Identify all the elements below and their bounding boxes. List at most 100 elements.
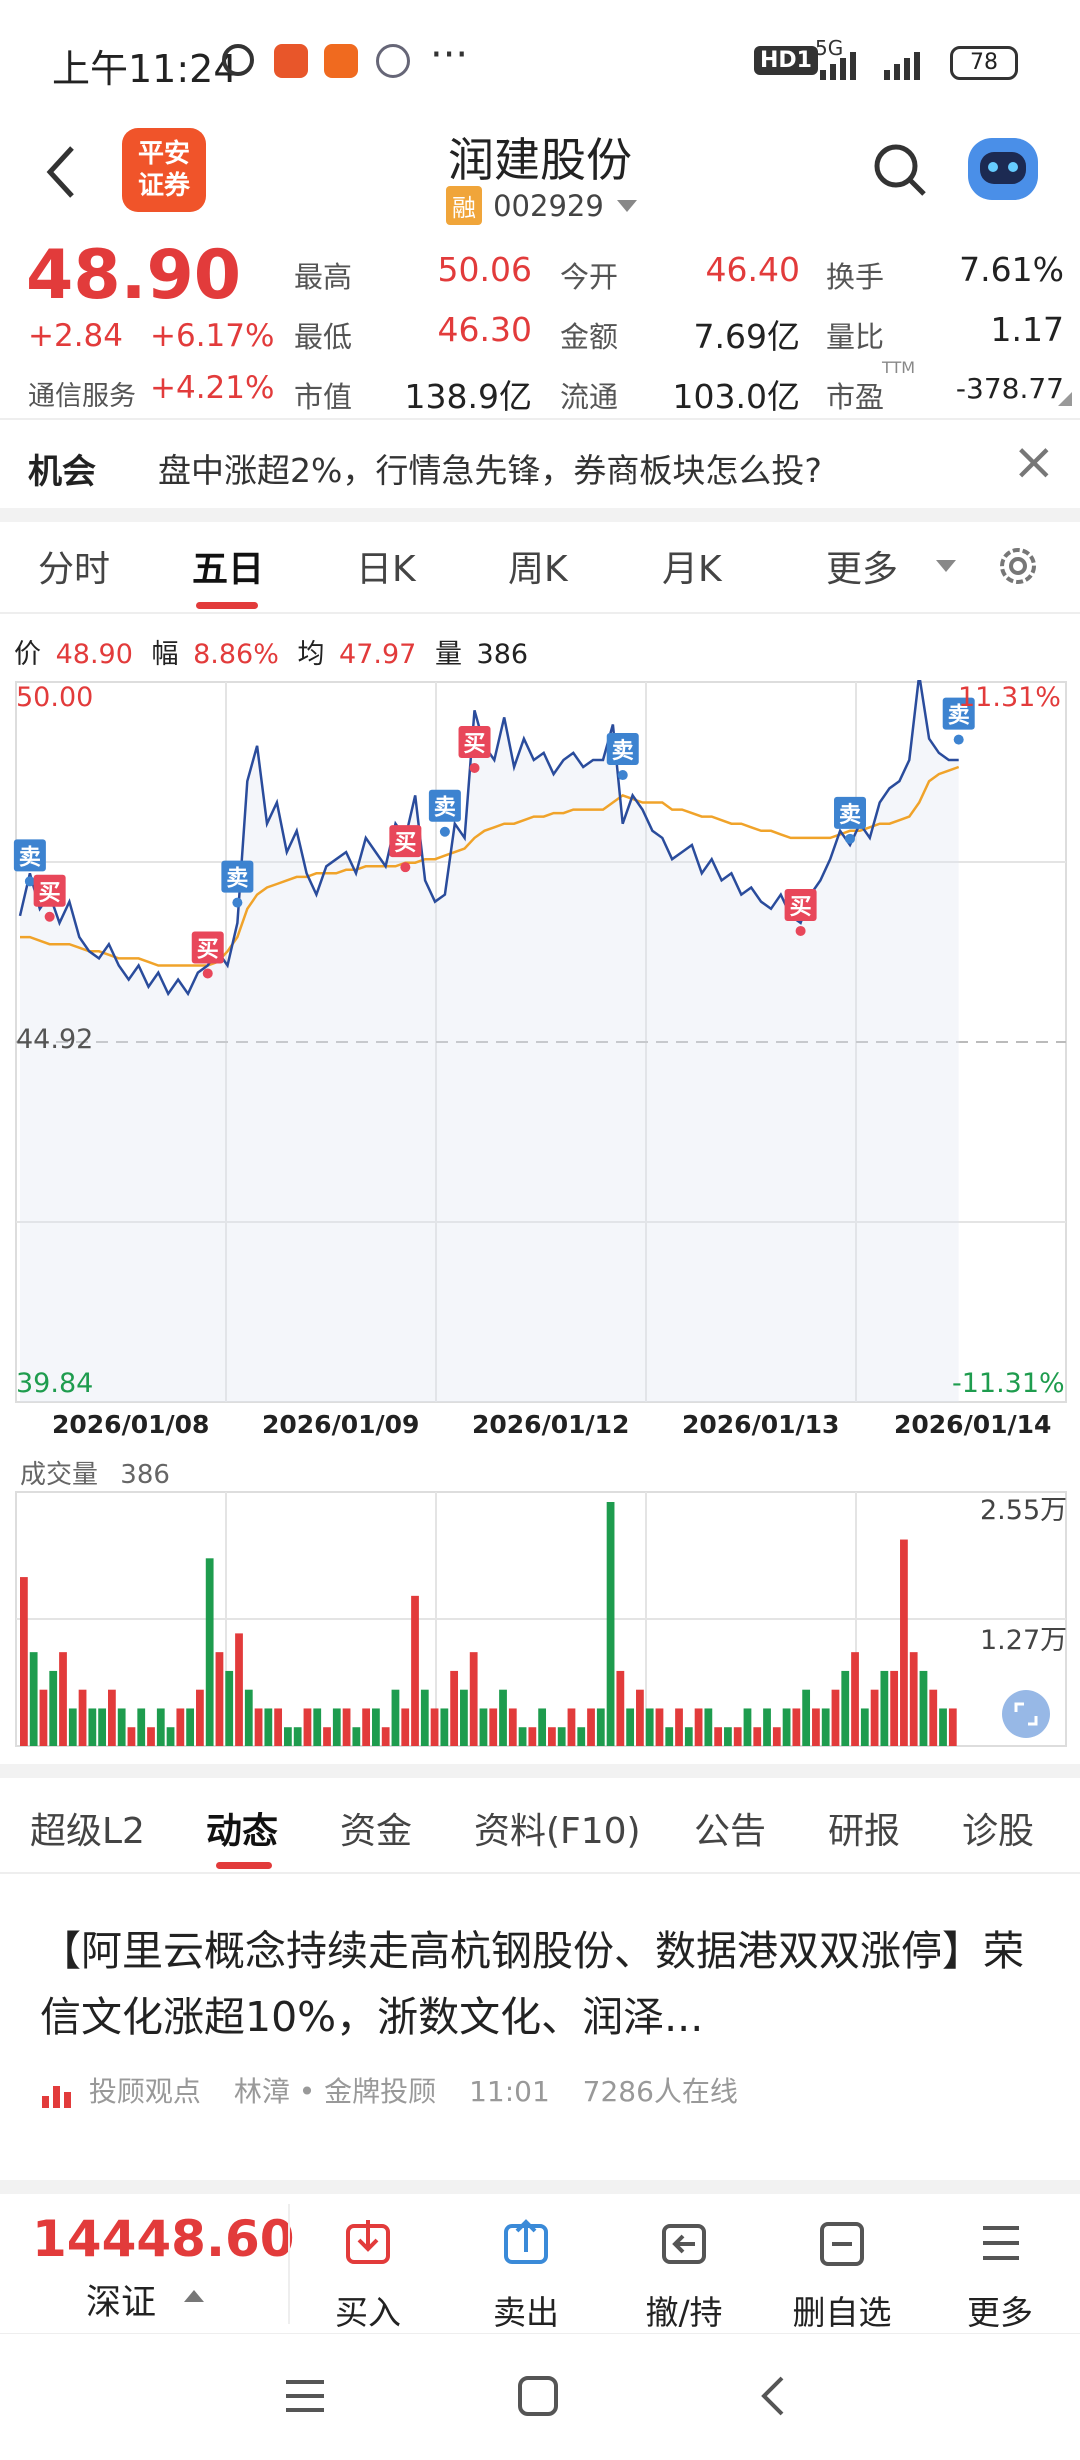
volume-bar (939, 1708, 947, 1746)
volume-bar (548, 1727, 556, 1746)
volume-bar (479, 1708, 488, 1746)
volratio-label: 量比 (826, 320, 885, 354)
volume-bar (802, 1689, 811, 1746)
volume-bar (29, 1652, 38, 1746)
home-nav-icon[interactable] (516, 2374, 560, 2418)
expand-icon (1014, 1702, 1038, 1726)
tab-super-l2[interactable]: 超级L2 (30, 1802, 145, 1854)
volume-bar (724, 1727, 732, 1746)
system-nav-bar (0, 2334, 1080, 2460)
volume-bar (293, 1727, 302, 1746)
code-row[interactable]: 融 002929 (446, 186, 637, 226)
volume-bar (860, 1708, 869, 1746)
divider (288, 2204, 290, 2324)
tab-f10[interactable]: 资料(F10) (474, 1802, 641, 1854)
tab-more[interactable]: 更多 (826, 540, 898, 592)
opportunity-banner[interactable]: 机会 盘中涨超2%，行情急先锋，券商板块怎么投? × (0, 420, 1080, 508)
article-meta: 投顾观点 林漳 • 金牌投顾 11:01 7286人在线 (40, 2070, 1050, 2110)
tab-dynamics[interactable]: 动态 (206, 1802, 278, 1854)
pct-top-label: 11.31% (958, 682, 1061, 713)
volume-bar (98, 1708, 107, 1746)
volume-bar (538, 1708, 547, 1746)
volume-bar (323, 1727, 331, 1746)
volume-bar (890, 1670, 899, 1746)
five-day-price-chart[interactable]: 卖买买卖买卖买 卖买卖卖 (0, 680, 1080, 1450)
more-button[interactable]: 更多 (940, 2218, 1060, 2334)
tab-five-day[interactable]: 五日 (192, 540, 264, 592)
buy-icon (346, 2220, 390, 2264)
float-label: 流通 (560, 380, 619, 414)
volume-bar (117, 1708, 126, 1746)
robot-assistant-icon[interactable] (968, 138, 1038, 200)
volume-bar (313, 1708, 322, 1746)
cancel-hold-button[interactable]: 撤/持 (624, 2218, 744, 2334)
volume-bar (577, 1727, 586, 1746)
pe-ttm-sup: TTM (882, 358, 916, 377)
low-value: 46.30 (437, 310, 532, 349)
svg-text:买: 买 (39, 881, 61, 906)
volume-bar (714, 1727, 723, 1746)
svg-text:买: 买 (197, 937, 219, 962)
battery-level: 78 (970, 50, 998, 75)
menu-nav-icon[interactable] (284, 2376, 326, 2416)
volume-bar (49, 1670, 58, 1746)
volume-bar (753, 1727, 762, 1746)
article-title: 【阿里云概念持续走高杭钢股份、数据港双双涨停】荣信文化涨超10%，浙数文化、润泽… (40, 1927, 1024, 2041)
volume-bar (812, 1708, 820, 1746)
sell-button[interactable]: 卖出 (466, 2218, 586, 2334)
date-tick: 2026/01/14 (894, 1410, 1052, 1439)
volume-bar (684, 1727, 693, 1746)
volratio-value: 1.17 (990, 310, 1064, 349)
banner-text: 盘中涨超2%，行情急先锋，券商板块怎么投? (158, 451, 822, 490)
volume-bar (606, 1502, 615, 1746)
svg-text:卖: 卖 (839, 802, 861, 828)
news-article[interactable]: 【阿里云概念持续走高杭钢股份、数据港双双涨停】荣信文化涨超10%，浙数文化、润泽… (40, 1918, 1050, 2110)
index-name[interactable]: 深证 (86, 2274, 156, 2325)
tab-weekly-k[interactable]: 周K (508, 540, 568, 592)
amount-value: 7.69亿 (693, 317, 800, 356)
fullscreen-button[interactable] (1002, 1690, 1050, 1738)
volume-mid-label: 1.27万 (980, 1625, 1068, 1656)
volume-bar (704, 1708, 713, 1746)
amount-label: 金额 (560, 320, 619, 354)
settings-gear-icon[interactable] (996, 544, 1040, 588)
remove-label: 删自选 (792, 2293, 892, 2332)
volume-bar (782, 1708, 791, 1746)
cancel-label: 撤/持 (645, 2293, 723, 2332)
buy-button[interactable]: 买入 (308, 2218, 428, 2334)
pct-bottom-label: -11.31% (952, 1368, 1065, 1399)
expand-corner-icon[interactable] (1058, 392, 1072, 406)
volume-bar (870, 1689, 879, 1746)
alarm-icon (222, 44, 254, 76)
tab-intraday[interactable]: 分时 (38, 540, 110, 592)
tab-diagnosis[interactable]: 诊股 (962, 1802, 1034, 1854)
volume-bar (186, 1708, 195, 1746)
divider (0, 1872, 1080, 1874)
volume-bar (176, 1708, 185, 1746)
more-label: 更多 (967, 2293, 1033, 2332)
search-icon[interactable] (870, 140, 930, 200)
info-amp-label: 幅 (151, 639, 179, 670)
date-tick: 2026/01/12 (472, 1410, 630, 1439)
close-icon[interactable]: × (1012, 432, 1056, 492)
volume-bar (528, 1727, 537, 1746)
volume-bar (391, 1689, 400, 1746)
info-avg: 47.97 (339, 639, 417, 670)
status-bar: 上午11:24 ··· HD1 5G 78 (0, 0, 1080, 120)
chart-bars-icon (42, 2086, 71, 2108)
tab-more-chevron-icon (936, 560, 956, 572)
index-value[interactable]: 14448.60 (32, 2210, 295, 2268)
index-up-arrow-icon (184, 2290, 204, 2302)
back-nav-icon[interactable] (758, 2374, 788, 2418)
volume-bar (616, 1670, 625, 1746)
volume-bar (225, 1670, 234, 1746)
date-tick: 2026/01/09 (262, 1410, 420, 1439)
tab-monthly-k[interactable]: 月K (662, 540, 722, 592)
tab-funds[interactable]: 资金 (340, 1802, 412, 1854)
article-time: 11:01 (469, 2075, 550, 2108)
sector-name[interactable]: 通信服务 (28, 374, 136, 413)
tab-research[interactable]: 研报 (828, 1802, 900, 1854)
remove-watchlist-button[interactable]: 删自选 (782, 2218, 902, 2334)
tab-daily-k[interactable]: 日K (356, 540, 416, 592)
tab-announcements[interactable]: 公告 (694, 1802, 766, 1854)
